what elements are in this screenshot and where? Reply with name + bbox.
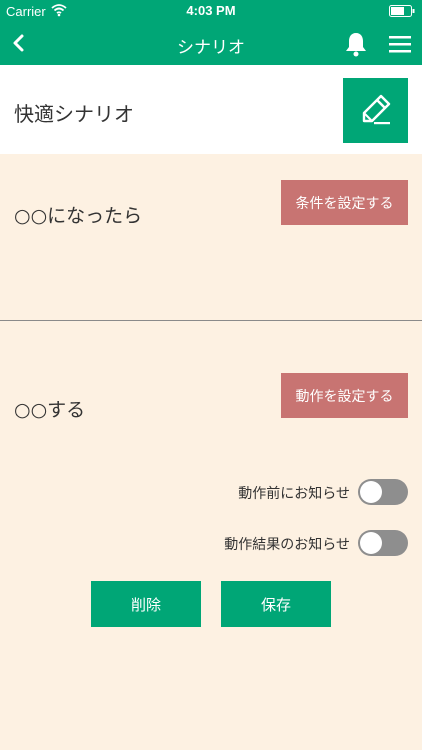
set-condition-button[interactable]: 条件を設定する — [281, 180, 408, 225]
notify-before-label: 動作前にお知らせ — [238, 486, 350, 502]
pencil-edit-icon — [362, 94, 391, 125]
top-bar: Carrier 4:03 PM シナリオ — [0, 0, 422, 65]
navigation-bar: シナリオ — [0, 22, 422, 65]
save-button[interactable]: 保存 — [221, 581, 331, 627]
notify-result-toggle[interactable] — [358, 530, 408, 556]
scenario-name: 快適シナリオ — [14, 102, 134, 126]
notify-before-toggle[interactable] — [358, 479, 408, 505]
notify-before-row: 動作前にお知らせ — [108, 479, 408, 505]
condition-text: ○○になったら — [14, 205, 143, 227]
toggle-knob — [360, 481, 382, 503]
bell-icon[interactable] — [343, 31, 369, 57]
scenario-name-row: 快適シナリオ — [0, 65, 422, 154]
notify-result-row: 動作結果のお知らせ — [108, 530, 408, 556]
hamburger-menu-icon[interactable] — [388, 34, 412, 54]
delete-button[interactable]: 削除 — [91, 581, 201, 627]
status-time: 4:03 PM — [186, 3, 236, 18]
section-divider — [0, 320, 422, 321]
toggle-knob — [360, 532, 382, 554]
set-action-button[interactable]: 動作を設定する — [281, 373, 408, 418]
status-bar: Carrier 4:03 PM — [0, 0, 422, 22]
action-text: ○○する — [14, 399, 86, 421]
notify-result-label: 動作結果のお知らせ — [224, 537, 350, 553]
edit-name-button[interactable] — [343, 78, 408, 143]
battery-icon — [389, 5, 415, 17]
